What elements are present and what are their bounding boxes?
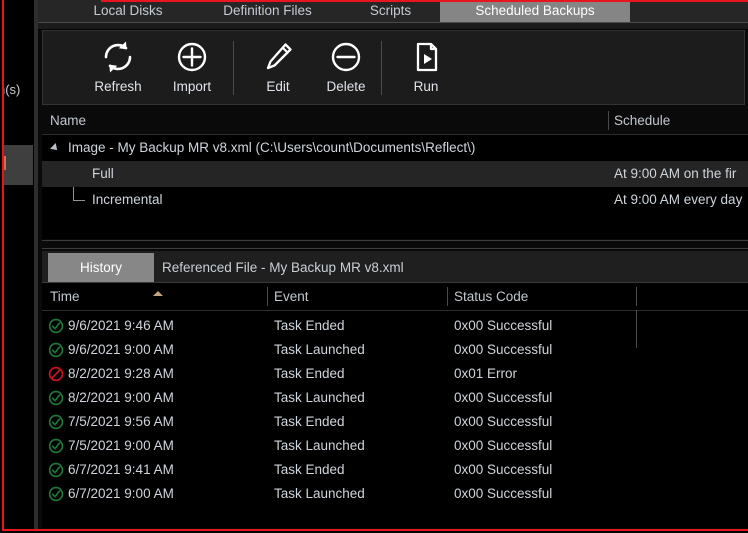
table-row[interactable]: 7/5/2021 9:00 AM Task Launched 0x00 Succes… <box>42 434 748 458</box>
history-time: 8/2/2021 9:28 AM <box>68 366 174 381</box>
tab-bar: Local Disks Definition Files Scripts Sch… <box>38 0 748 22</box>
tab-referenced-file[interactable]: Referenced File - My Backup MR v8.xml <box>162 253 452 282</box>
history-event: Task Ended <box>274 366 345 381</box>
scheduled-backups-grid-header: Name Schedule <box>42 107 748 135</box>
status-success-icon <box>48 486 64 502</box>
column-header-name[interactable]: Name <box>50 107 86 134</box>
history-status-code: 0x00 Successful <box>454 462 553 477</box>
toolbar-separator-1 <box>233 41 234 95</box>
annotation-border-bottom <box>2 529 748 531</box>
table-row[interactable]: 6/7/2021 9:41 AM Task Ended 0x00 Successfu… <box>42 458 748 482</box>
table-row[interactable]: 9/6/2021 9:00 AM Task Launched 0x00 Succes… <box>42 338 748 362</box>
edit-button[interactable]: Edit <box>243 35 313 101</box>
delete-button-label: Delete <box>326 79 366 94</box>
status-success-icon <box>48 438 64 454</box>
tab-scheduled-backups[interactable]: Scheduled Backups <box>440 0 630 22</box>
column-header-status-code[interactable]: Status Code <box>454 283 528 310</box>
history-time: 8/2/2021 9:00 AM <box>68 390 174 405</box>
column-header-time[interactable]: Time <box>50 283 80 310</box>
status-success-icon <box>48 462 64 478</box>
schedule-name-incremental: Incremental <box>92 192 163 207</box>
history-grid-header: Time Event Status Code <box>42 283 748 311</box>
left-panel-selected-item[interactable] <box>4 145 34 185</box>
refresh-icon <box>83 37 153 79</box>
history-event: Task Launched <box>274 438 365 453</box>
column-header-event[interactable]: Event <box>274 283 309 310</box>
refresh-button[interactable]: Refresh <box>83 35 153 101</box>
sort-ascending-icon <box>153 291 163 296</box>
import-button[interactable]: Import <box>157 35 227 101</box>
table-row[interactable]: 6/7/2021 9:00 AM Task Launched 0x00 Succes… <box>42 482 748 506</box>
column-divider[interactable] <box>447 287 448 306</box>
history-time: 7/5/2021 9:56 AM <box>68 414 174 429</box>
column-divider[interactable] <box>608 111 609 130</box>
history-time: 9/6/2021 9:46 AM <box>68 318 174 333</box>
tab-local-disks[interactable]: Local Disks <box>62 0 194 22</box>
toolbar: Refresh Import Edit Delete Run <box>42 30 745 105</box>
main-content: Local Disks Definition Files Scripts Sch… <box>38 0 748 529</box>
minus-circle-icon <box>311 37 381 79</box>
refresh-button-label: Refresh <box>94 79 142 94</box>
history-status-code: 0x00 Successful <box>454 486 553 501</box>
bottom-tab-bar: History Referenced File - My Backup MR v… <box>42 251 748 282</box>
toolbar-separator-2 <box>381 41 382 95</box>
column-divider[interactable] <box>267 287 268 306</box>
history-status-code: 0x00 Successful <box>454 342 553 357</box>
import-button-label: Import <box>172 79 212 94</box>
table-row[interactable]: Full At 9:00 AM on the fir <box>42 161 748 187</box>
status-success-icon <box>48 318 64 334</box>
schedule-name-full: Full <box>92 166 114 181</box>
history-status-code: 0x00 Successful <box>454 390 553 405</box>
status-error-icon <box>48 366 64 382</box>
history-status-code: 0x00 Successful <box>454 438 553 453</box>
plus-circle-icon <box>157 37 227 79</box>
expander-icon[interactable] <box>50 143 60 153</box>
schedule-value-incremental: At 9:00 AM every day <box>614 192 743 207</box>
history-event: Task Launched <box>274 342 365 357</box>
run-button[interactable]: Run <box>391 35 461 101</box>
column-header-schedule[interactable]: Schedule <box>614 107 670 134</box>
history-status-code: 0x00 Successful <box>454 414 553 429</box>
history-event: Task Launched <box>274 486 365 501</box>
history-event: Task Ended <box>274 462 345 477</box>
edit-button-label: Edit <box>266 79 290 94</box>
table-row[interactable]: 8/2/2021 9:00 AM Task Launched 0x00 Succes… <box>42 386 748 410</box>
history-event: Task Ended <box>274 414 345 429</box>
left-panel-item-accent <box>4 156 6 170</box>
table-row[interactable]: Incremental At 9:00 AM every day <box>42 187 748 213</box>
table-row[interactable]: 8/2/2021 9:28 AM Task Ended 0x01 Error <box>42 362 748 386</box>
history-event: Task Launched <box>274 390 365 405</box>
status-success-icon <box>48 390 64 406</box>
history-time: 9/6/2021 9:00 AM <box>68 342 174 357</box>
history-event: Task Ended <box>274 318 345 333</box>
table-row[interactable]: 9/6/2021 9:46 AM Task Ended 0x00 Successfu… <box>42 314 748 338</box>
run-button-label: Run <box>413 79 439 94</box>
history-time: 6/7/2021 9:00 AM <box>68 486 174 501</box>
column-divider[interactable] <box>636 287 637 306</box>
scheduled-backups-grid: Name Schedule Image - My Backup MR v8.xm… <box>42 107 748 239</box>
status-success-icon <box>48 342 64 358</box>
tab-definition-files[interactable]: Definition Files <box>194 0 341 22</box>
horizontal-splitter[interactable] <box>42 240 748 249</box>
run-document-icon <box>391 37 461 79</box>
pencil-icon <box>243 37 313 79</box>
tab-history[interactable]: History <box>48 253 154 282</box>
history-grid: Time Event Status Code 9/6/2021 9:46 AM T… <box>42 282 748 528</box>
left-panel-cut-label: n(s) <box>4 82 21 97</box>
table-row[interactable]: 7/5/2021 9:56 AM Task Ended 0x00 Successfu… <box>42 410 748 434</box>
table-row[interactable]: Image - My Backup MR v8.xml (C:\Users\co… <box>42 135 748 161</box>
tab-underline <box>38 22 748 30</box>
tab-bar-filler <box>630 0 748 22</box>
schedule-value-full: At 9:00 AM on the fir <box>614 166 737 181</box>
history-status-code: 0x00 Successful <box>454 318 553 333</box>
tab-scripts[interactable]: Scripts <box>341 0 440 22</box>
history-time: 6/7/2021 9:41 AM <box>68 462 174 477</box>
history-time: 7/5/2021 9:00 AM <box>68 438 174 453</box>
status-success-icon <box>48 414 64 430</box>
backup-definition-name: Image - My Backup MR v8.xml (C:\Users\co… <box>68 140 476 155</box>
delete-button[interactable]: Delete <box>311 35 381 101</box>
history-status-code: 0x01 Error <box>454 366 518 381</box>
